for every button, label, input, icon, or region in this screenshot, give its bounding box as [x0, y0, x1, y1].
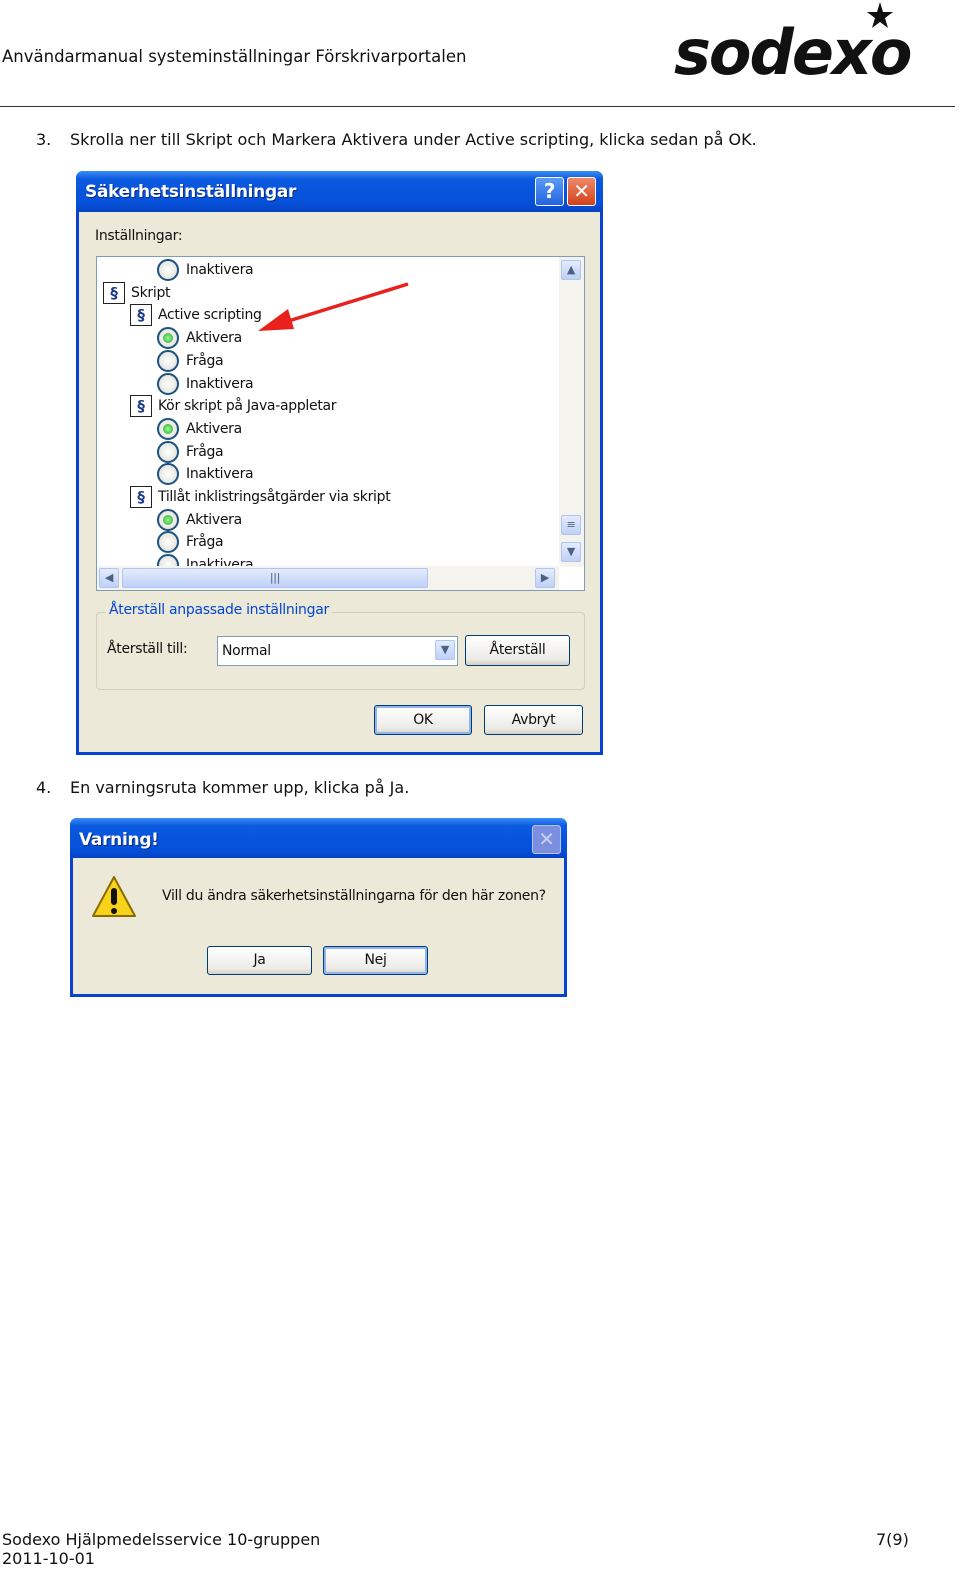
tree-radio-option[interactable]: Aktivera: [157, 508, 242, 531]
tree-radio-option[interactable]: Fråga: [157, 349, 224, 372]
warning-icon: [92, 876, 136, 917]
radio-checked-icon[interactable]: [157, 417, 179, 440]
tree-item-label: Aktivera: [186, 420, 242, 437]
tree-item-label: Tillåt inklistringsåtgärder via skript: [158, 489, 391, 505]
tree-item-label: Fråga: [186, 534, 224, 551]
vertical-scrollbar[interactable]: ▲ ≡ ▼: [559, 257, 584, 567]
script-settings-icon: §: [130, 304, 152, 327]
close-button-disabled: ✕: [532, 825, 561, 854]
close-button[interactable]: ✕: [567, 177, 596, 206]
chevron-down-icon[interactable]: ▼: [435, 640, 455, 660]
scroll-left-icon[interactable]: ◀: [99, 568, 119, 588]
reset-select-value: Normal: [222, 643, 271, 659]
tree-item-label: Fråga: [186, 443, 224, 460]
radio-unchecked-icon[interactable]: [157, 259, 179, 281]
security-settings-dialog: Säkerhetsinställningar ? ✕ Inställningar…: [76, 171, 603, 755]
tree-item-label: Inaktivera: [186, 375, 254, 392]
settings-label: Inställningar:: [95, 228, 183, 244]
tree-category: § Kör skript på Java-appletar: [130, 395, 337, 418]
ok-button[interactable]: OK: [374, 705, 472, 735]
script-settings-icon: §: [130, 395, 152, 418]
tree-item-label: Aktivera: [186, 511, 242, 528]
warning-message: Vill du ändra säkerhetsinställningarna f…: [162, 888, 546, 904]
scroll-thumb[interactable]: ≡: [561, 515, 581, 535]
footer-date: 2011-10-01: [2, 1549, 95, 1568]
cancel-button[interactable]: Avbryt: [484, 705, 583, 735]
tree-item-label: Inaktivera: [186, 262, 254, 278]
yes-button[interactable]: Ja: [207, 946, 312, 975]
document-header-title: Användarmanual systeminställningar Försk…: [2, 47, 467, 66]
reset-button[interactable]: Återställ: [465, 635, 570, 666]
tree-radio-option[interactable]: Aktivera: [157, 417, 242, 440]
help-button[interactable]: ?: [535, 177, 564, 206]
radio-unchecked-icon[interactable]: [157, 440, 179, 463]
dialog-title: Varning!: [79, 830, 159, 850]
scroll-right-icon[interactable]: ▶: [535, 568, 555, 588]
step-text: Skrolla ner till Skript och Markera Akti…: [70, 130, 757, 149]
tree-category: § Tillåt inklistringsåtgärder via skript: [130, 486, 391, 508]
tree-radio-option[interactable]: Inaktivera: [157, 463, 254, 486]
tree-radio-option[interactable]: Inaktivera: [157, 259, 254, 281]
tree-radio-option[interactable]: Aktivera: [157, 327, 242, 350]
page-number: 7(9): [876, 1530, 909, 1549]
step-number: 4.: [36, 778, 52, 797]
step-text: En varningsruta kommer upp, klicka på Ja…: [70, 778, 410, 797]
tree-item-label: Aktivera: [186, 330, 242, 347]
tree-category: § Skript: [103, 281, 171, 304]
footer-org: Sodexo Hjälpmedelsservice 10-gruppen: [2, 1530, 321, 1549]
radio-checked-icon[interactable]: [157, 327, 179, 350]
step-number: 3.: [36, 130, 52, 149]
sodexo-logo: sodexo: [674, 2, 912, 82]
script-settings-icon: §: [130, 486, 152, 508]
no-button[interactable]: Nej: [323, 946, 428, 975]
dialog-title: Säkerhetsinställningar: [85, 182, 297, 202]
tree-item-label: Skript: [131, 284, 171, 301]
hscroll-thumb[interactable]: |||: [122, 568, 428, 588]
radio-unchecked-icon[interactable]: [157, 349, 179, 372]
tree-radio-option[interactable]: Fråga: [157, 531, 224, 554]
dialog-titlebar: Säkerhetsinställningar: [76, 171, 603, 212]
tree-item-label: Kör skript på Java-appletar: [158, 398, 337, 415]
tree-item-label: Active scripting: [158, 307, 262, 324]
scroll-down-icon[interactable]: ▼: [561, 542, 581, 562]
tree-radio-option[interactable]: Fråga: [157, 440, 224, 463]
horizontal-scrollbar[interactable]: ◀ ||| ▶: [97, 566, 559, 590]
radio-unchecked-icon[interactable]: [157, 463, 179, 486]
header-divider: [0, 106, 955, 107]
script-settings-icon: §: [103, 281, 125, 304]
tree-item-label: Fråga: [186, 352, 224, 369]
settings-tree[interactable]: Inaktivera § Skript § Active scripting Aktive…: [96, 256, 585, 591]
annotation-arrow: [258, 282, 409, 331]
radio-checked-icon[interactable]: [157, 508, 179, 531]
reset-to-label: Återställ till:: [107, 641, 188, 657]
reset-group: Återställ anpassade inställningar Återst…: [96, 602, 585, 690]
warning-dialog: Varning! ✕ Vill du ändra säkerhetsinstäl…: [70, 818, 567, 997]
radio-unchecked-icon[interactable]: [157, 531, 179, 554]
radio-unchecked-icon[interactable]: [157, 372, 179, 395]
tree-item-label: Inaktivera: [186, 466, 254, 483]
tree-category: § Active scripting: [130, 304, 262, 327]
reset-level-select[interactable]: Normal ▼: [217, 636, 458, 666]
reset-group-label: Återställ anpassade inställningar: [106, 602, 332, 618]
dialog-titlebar: Varning!: [70, 818, 567, 858]
svg-text:sodexo: sodexo: [674, 16, 911, 82]
tree-radio-option[interactable]: Inaktivera: [157, 372, 254, 395]
scroll-up-icon[interactable]: ▲: [561, 260, 581, 280]
